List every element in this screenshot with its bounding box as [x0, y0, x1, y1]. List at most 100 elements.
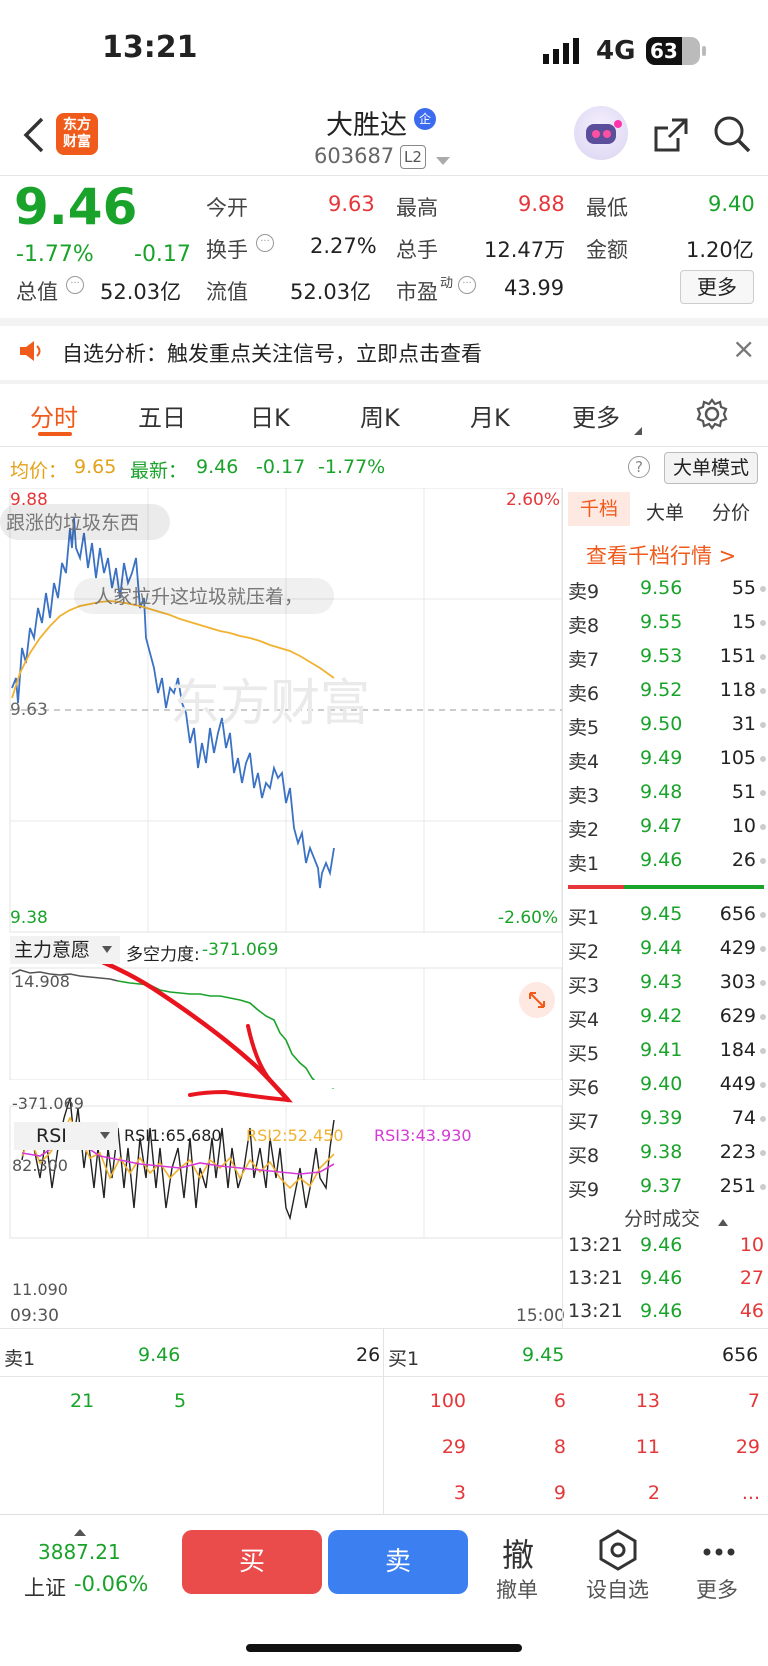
tab-more-arrow-icon — [632, 420, 642, 439]
level-volume: 303 — [719, 971, 756, 993]
help-icon[interactable]: ? — [628, 456, 650, 478]
intraday-chart[interactable]: 东方财富 跟涨的垃圾东西 人家拉升这垃圾就压着， — [0, 488, 566, 1328]
back-button[interactable] — [20, 115, 50, 155]
ask-row[interactable]: 卖4 9.49 105 — [566, 742, 768, 776]
ask-row[interactable]: 卖3 9.48 51 — [566, 776, 768, 810]
cancel-order-icon[interactable]: 撤 — [502, 1530, 534, 1576]
watchlist-label[interactable]: 设自选 — [586, 1574, 649, 1604]
settings-gear-icon[interactable] — [696, 398, 728, 434]
tab-monthly-k[interactable]: 月K — [470, 398, 510, 433]
orderbook-tab-price[interactable]: 分价 — [712, 498, 750, 525]
stock-code: 603687 — [314, 144, 395, 168]
ask-bid-divider-green — [624, 885, 764, 889]
level-dot-icon — [760, 620, 766, 626]
battery-level: 63 — [650, 39, 678, 63]
ask-row[interactable]: 卖2 9.47 10 — [566, 810, 768, 844]
danmaku-text: 跟涨的垃圾东西 — [6, 512, 139, 534]
level-price: 9.55 — [640, 611, 683, 633]
bid-row[interactable]: 买8 9.38 223 — [566, 1136, 768, 1170]
app-logo[interactable]: 东方财富 — [56, 113, 98, 155]
orderbook-tab-depth[interactable]: 千档 — [568, 492, 630, 526]
level-price: 9.41 — [640, 1039, 683, 1061]
index-name[interactable]: 上证 — [24, 1572, 66, 1602]
index-change[interactable]: -0.06% — [74, 1572, 148, 1596]
notice-close-icon[interactable]: × — [732, 332, 755, 365]
level-dot-icon — [760, 756, 766, 762]
level-price: 9.53 — [640, 645, 683, 667]
orderbook-tab-large[interactable]: 大单 — [646, 498, 684, 525]
more-quote-button[interactable]: 更多 — [680, 270, 754, 304]
level-volume: 118 — [719, 679, 756, 701]
field-amount-label: 金额 — [586, 238, 628, 262]
pct-top-label: 2.60% — [506, 490, 561, 510]
depth-link[interactable]: 查看千档行情 > — [586, 540, 736, 570]
large-order-mode-button[interactable]: 大单模式 — [664, 452, 758, 484]
bid-row[interactable]: 买9 9.37 251 — [566, 1170, 768, 1204]
info-icon[interactable]: ··· — [458, 276, 476, 294]
bid-row[interactable]: 买4 9.42 629 — [566, 1000, 768, 1034]
bid-row[interactable]: 买1 9.45 656 — [566, 898, 768, 932]
indicator1-selector[interactable]: 主力意愿 — [10, 936, 120, 964]
buy-order-item: 8 — [553, 1436, 566, 1458]
trades-collapse-icon[interactable] — [718, 1212, 728, 1231]
sell-button[interactable]: 卖 — [328, 1530, 468, 1594]
level-label: 买4 — [568, 1009, 600, 1031]
chart-watermark: 东方财富 — [170, 674, 370, 732]
trade-time: 13:21 — [568, 1267, 623, 1289]
badge-text: 企 — [418, 112, 431, 126]
code-dropdown-icon[interactable] — [436, 152, 450, 171]
more-dots-icon[interactable] — [702, 1542, 736, 1561]
level-price: 9.49 — [640, 747, 683, 769]
field-mktcap-value: 52.03亿 — [100, 280, 182, 304]
level-price: 9.47 — [640, 815, 683, 837]
ask-row[interactable]: 卖6 9.52 118 — [566, 674, 768, 708]
ask-row[interactable]: 卖1 9.46 26 — [566, 844, 768, 878]
level-volume: 51 — [731, 781, 756, 803]
watchlist-icon[interactable] — [596, 1528, 640, 1576]
buy-order-item: 3 — [453, 1482, 466, 1504]
level-dot-icon — [760, 858, 766, 864]
level-dot-icon — [760, 586, 766, 592]
index-value[interactable]: 3887.21 — [38, 1540, 121, 1564]
info-icon[interactable]: ··· — [256, 234, 274, 252]
level-label: 买6 — [568, 1077, 600, 1099]
enterprise-badge: 企 — [414, 108, 436, 130]
trade-row: 13:21 9.46 10 — [566, 1230, 768, 1262]
bid-row[interactable]: 买3 9.43 303 — [566, 966, 768, 1000]
ask-row[interactable]: 卖7 9.53 151 — [566, 640, 768, 674]
trades-title[interactable]: 分时成交 — [624, 1204, 700, 1231]
bid-row[interactable]: 买7 9.39 74 — [566, 1102, 768, 1136]
level-price: 9.42 — [640, 1005, 683, 1027]
buy-button[interactable]: 买 — [182, 1530, 322, 1594]
stock-name: 大胜达 — [326, 110, 407, 141]
level-volume: 251 — [719, 1175, 756, 1197]
notice-text[interactable]: 自选分析：触发重点关注信号，立即点击查看 — [62, 338, 482, 368]
bid-row[interactable]: 买2 9.44 429 — [566, 932, 768, 966]
battery-icon: 63 — [646, 37, 700, 65]
tab-weekly-k[interactable]: 周K — [360, 398, 400, 433]
divider — [562, 488, 563, 1328]
tab-intraday[interactable]: 分时 — [30, 398, 78, 433]
level-price: 9.50 — [640, 713, 683, 735]
ask-row[interactable]: 卖8 9.55 15 — [566, 606, 768, 640]
ask-row[interactable]: 卖5 9.50 31 — [566, 708, 768, 742]
ask-row[interactable]: 卖9 9.56 55 — [566, 572, 768, 606]
tab-five-day[interactable]: 五日 — [138, 398, 186, 433]
buy-order-item: 7 — [747, 1390, 760, 1412]
indicator2-selector[interactable]: RSI — [14, 1122, 118, 1150]
rsi1-line — [21, 1097, 335, 1221]
buy-label: 买 — [238, 1547, 265, 1577]
more-label[interactable]: 更多 — [696, 1574, 738, 1604]
tab-more[interactable]: 更多 — [572, 398, 620, 433]
level-label: 卖8 — [568, 615, 600, 637]
tab-daily-k[interactable]: 日K — [250, 398, 290, 433]
info-icon[interactable]: ··· — [66, 276, 84, 294]
buy-order-item: ... — [741, 1482, 760, 1504]
cancel-order-label[interactable]: 撤单 — [496, 1574, 538, 1604]
bid-row[interactable]: 买5 9.41 184 — [566, 1034, 768, 1068]
latest-value: 9.46 — [196, 456, 239, 478]
robot-avatar[interactable] — [574, 106, 628, 160]
share-icon[interactable] — [652, 116, 690, 158]
search-icon[interactable] — [712, 114, 752, 158]
bid-row[interactable]: 买6 9.40 449 — [566, 1068, 768, 1102]
